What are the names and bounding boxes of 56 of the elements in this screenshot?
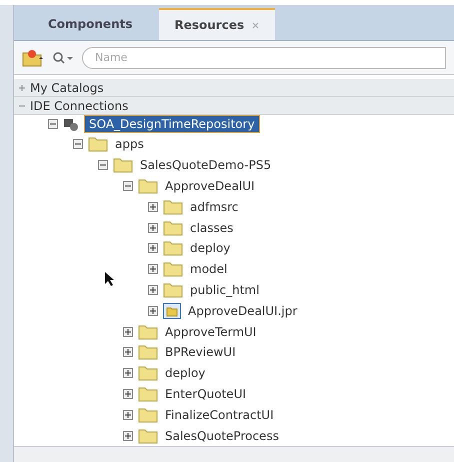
project-icon [163, 302, 181, 319]
section-header[interactable]: IDE Connections [14, 97, 454, 116]
tree-item[interactable]: SalesQuoteProcess [163, 428, 281, 444]
panel-tab[interactable]: Resources [158, 8, 276, 40]
new-folder-icon[interactable] [22, 48, 44, 67]
tree-item[interactable]: ApproveDealUI.jpr [186, 302, 300, 319]
folder-icon [88, 136, 108, 152]
tree-item[interactable]: EnterQuoteUI [163, 386, 248, 402]
expand-icon[interactable] [123, 389, 133, 399]
expand-icon[interactable] [123, 326, 133, 337]
expand-icon[interactable] [123, 410, 133, 420]
expand-icon[interactable] [148, 285, 158, 296]
expand-icon[interactable] [123, 347, 133, 358]
folder-icon [138, 344, 158, 360]
tree-item[interactable]: classes [188, 220, 236, 236]
tree-item[interactable]: SalesQuoteDemo-PS5 [138, 157, 274, 174]
collapse-icon[interactable] [123, 181, 133, 192]
expand-icon[interactable] [148, 306, 158, 316]
panel-tab[interactable]: Components [32, 8, 148, 40]
folder-icon [163, 240, 183, 256]
tree-item[interactable]: public_html [188, 282, 262, 298]
tree-item[interactable]: BPReviewUI [163, 344, 238, 360]
folder-icon [138, 178, 158, 194]
tree-item[interactable]: ApproveTermUI [163, 324, 258, 340]
expand-icon[interactable] [148, 222, 158, 233]
collapse-icon[interactable] [48, 118, 58, 129]
expand-icon[interactable] [123, 430, 133, 441]
folder-icon [138, 428, 158, 444]
folder-icon [163, 220, 183, 236]
tree-item[interactable]: SOA_DesignTimeRepository [84, 114, 260, 133]
folder-icon [138, 324, 158, 340]
search-icon[interactable] [52, 50, 74, 65]
expand-icon[interactable] [148, 243, 158, 254]
folder-icon [163, 261, 183, 278]
tree-item[interactable]: adfmsrc [188, 198, 240, 215]
folder-icon [163, 282, 183, 298]
collapse-icon[interactable] [73, 139, 83, 150]
tree-item[interactable]: deploy [163, 365, 208, 382]
tree-item[interactable]: deploy [188, 240, 232, 256]
folder-icon [138, 406, 158, 423]
expand-icon[interactable] [148, 202, 158, 212]
folder-icon [138, 386, 158, 402]
connection-icon [63, 116, 79, 131]
search-field[interactable]: Name [82, 46, 446, 69]
tree-item[interactable]: FinalizeContractUI [163, 406, 276, 423]
folder-icon [113, 157, 133, 174]
collapse-icon[interactable] [98, 160, 108, 170]
expand-icon[interactable] [148, 264, 158, 274]
folder-icon [138, 365, 158, 382]
tree-item[interactable]: ApproveDealUI [163, 178, 257, 194]
mouse-cursor-icon [104, 271, 116, 288]
section-header[interactable]: My Catalogs [14, 79, 454, 98]
folder-icon [163, 198, 183, 215]
expand-icon[interactable] [123, 368, 133, 378]
tree-item[interactable]: apps [113, 136, 146, 152]
tree-item[interactable]: model [188, 261, 230, 278]
